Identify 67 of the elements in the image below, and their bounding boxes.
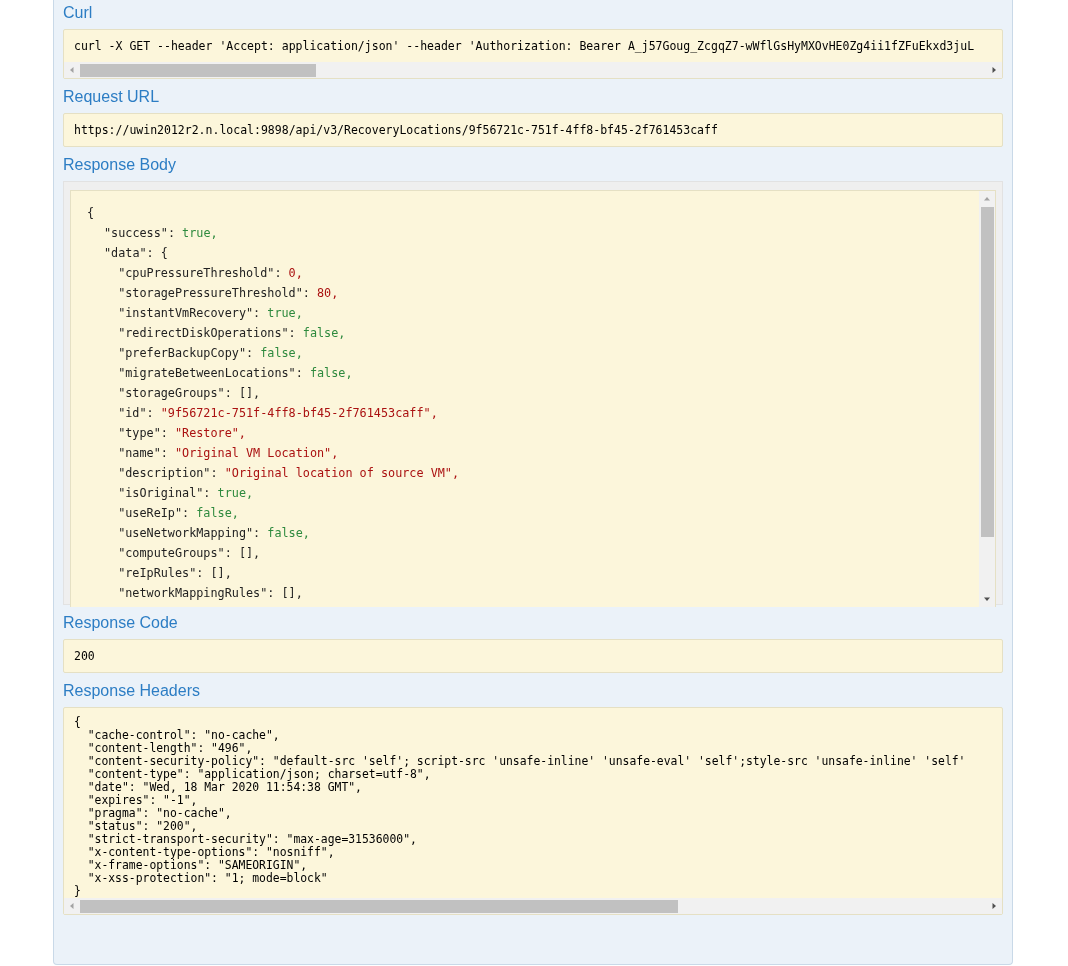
json-key: "preferBackupCopy": [118,343,254,363]
json-key: "description": [118,463,218,483]
scrollbar-thumb[interactable] [80,899,678,913]
section-title: Request URL [63,87,161,107]
json-value: 0, [288,265,303,282]
scrollbar-thumb[interactable] [80,63,316,77]
json-key: "storageGroups": [118,383,232,403]
vertical-scrollbar[interactable] [979,191,995,607]
json-value: "Restore", [174,425,246,442]
horizontal-scrollbar[interactable] [64,898,1002,914]
header-line: "x-xss-protection": "1; mode=block" [86,872,328,885]
json-key: "redirectDiskOperations": [118,323,296,343]
json-value: "Original VM Location", [174,445,339,462]
json-value: { [160,245,168,262]
json-key: "success": [104,223,175,243]
json-value: false, [309,365,353,382]
code-text: 200 [74,649,95,663]
json-value: [], [210,565,232,582]
horizontal-scrollbar[interactable] [64,62,1002,78]
section-title: Response Headers [63,681,201,701]
json-key: "data": [104,243,154,263]
section-title: Response Code [63,613,179,633]
json-value: true, [267,305,303,322]
json-key: "id": [118,403,154,423]
header-line: { [74,716,81,729]
header-line: "content-length": "496", [86,742,253,755]
json-key: "storagePressureThreshold": [118,283,310,303]
json-value: false, [260,345,303,362]
header-line: "strict-transport-security": "max-age=31536000", [86,833,417,846]
json-value: true, [217,485,254,502]
json-key: "isOriginal": [118,483,211,503]
header-line: "x-content-type-options": "nosniff", [86,846,335,859]
header-line: "x-frame-options": "SAMEORIGIN", [86,859,308,872]
header-line: "expires": "-1", [86,794,198,807]
header-line: "content-type": "application/json; charset=utf-8", [86,768,431,781]
json-key: "name": [118,443,168,463]
header-line: "status": "200", [86,820,198,833]
header-line: "date": "Wed, 18 Mar 2020 11:54:38 GMT", [86,781,362,794]
json-key: "reIpRules": [118,563,204,583]
json-value: false, [196,505,239,522]
json-value: 80, [317,285,339,302]
json-key: "type": [118,423,168,443]
json-value: [], [281,585,303,602]
header-line: "pragma": "no-cache", [86,807,232,820]
json-brace: { [87,205,95,222]
header-line: "cache-control": "no-cache", [86,729,280,742]
json-key: "computeGroups": [118,543,232,563]
json-key: "cpuPressureThreshold": [118,263,282,283]
json-value: [], [238,545,261,562]
json-value: true, [182,225,218,242]
json-value: "Original location of source VM", [224,465,460,482]
json-value: "9f56721c-751f-4ff8-bf45-2f761453caff", [160,405,438,422]
json-key: "useReIp": [118,503,190,523]
json-value: [], [238,385,261,402]
header-line: "content-security-policy": "default-src 'self'; script-src 'unsafe-inline' 'unsafe-eval' 'self';style-src 'unsafe-inline' 'self' [86,755,966,768]
json-key: "migrateBetweenLocations": [118,363,303,383]
code-text: https://uwin2012r2.n.local:9898/api/v3/RecoveryLocations/9f56721c-751f-4ff8-bf45-2f761453caff [74,123,718,137]
scrollbar-thumb[interactable] [980,207,994,537]
json-key: "useNetworkMapping": [118,523,261,543]
json-value: false, [267,525,310,542]
json-key: "networkMappingRules": [118,583,275,603]
header-line: } [74,885,81,898]
json-key: "instantVmRecovery": [118,303,261,323]
section-title: Response Body [63,155,177,175]
code-text: curl -X GET --header 'Accept: application/json' --header 'Authorization: Bearer A_j57Goug_ZcgqZ7-wWflGsHyMXOvHE0Zg4ii1fZFuEkxd3juL [74,39,975,53]
json-value: false, [302,325,346,342]
section-title: Curl [63,3,94,23]
